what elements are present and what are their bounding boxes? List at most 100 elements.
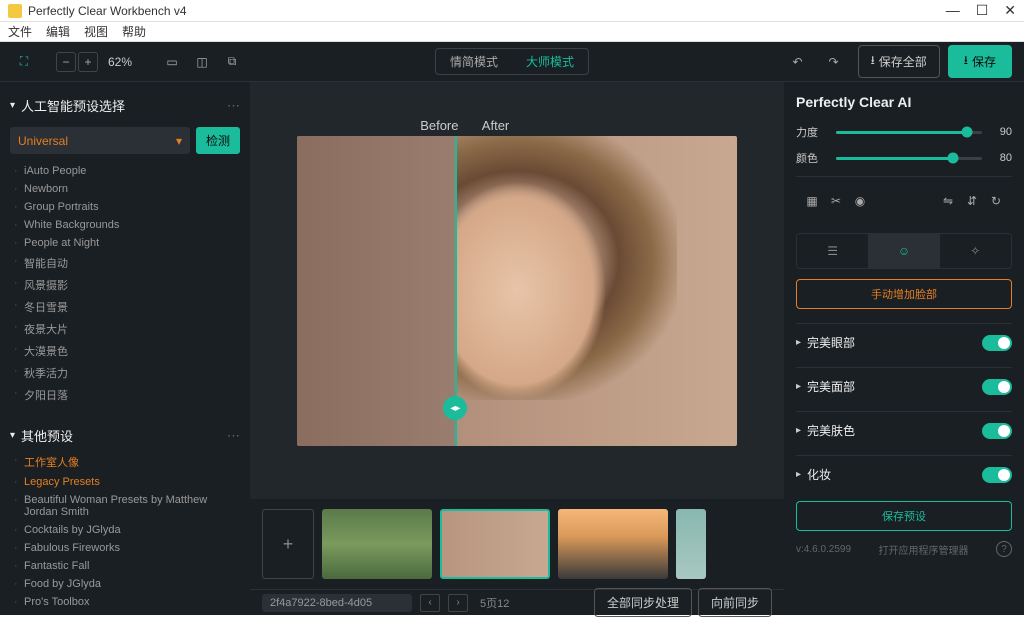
next-button[interactable]: › — [448, 594, 468, 612]
sliders-icon: ☰ — [827, 244, 838, 258]
flip-v-icon[interactable]: ⇵ — [960, 189, 984, 213]
preset-item[interactable]: 夜景大片 — [10, 318, 240, 340]
preset-item[interactable]: 工作室人像 — [10, 451, 240, 473]
preset-item[interactable]: White Backgrounds — [10, 216, 240, 234]
help-icon[interactable]: ? — [996, 541, 1012, 557]
rotate-icon[interactable]: ↻ — [984, 189, 1008, 213]
slider-label: 颜色 — [796, 150, 826, 166]
detect-button[interactable]: 检测 — [196, 127, 240, 154]
view-split-icon[interactable]: ◫ — [190, 50, 214, 74]
sync-all-button[interactable]: 全部同步处理 — [594, 588, 692, 617]
minimize-button[interactable]: — — [946, 2, 960, 19]
open-manager-link[interactable]: 打开应用程序管理器 — [879, 542, 969, 557]
page-info: 5页12 — [480, 595, 509, 611]
more-icon[interactable]: ⋯ — [227, 428, 240, 444]
save-all-button[interactable]: ⭳保存全部 — [858, 45, 940, 78]
ai-presets-header[interactable]: ▾ 人工智能预设选择 ⋯ — [10, 90, 240, 121]
preset-item[interactable]: Cocktails by JGlyda — [10, 521, 240, 539]
slider-value: 90 — [992, 126, 1012, 138]
menu-file[interactable]: 文件 — [8, 23, 32, 40]
sync-forward-button[interactable]: 向前同步 — [698, 588, 772, 617]
preset-item[interactable]: 大漠景色 — [10, 340, 240, 362]
tab-adjust[interactable]: ☰ — [797, 234, 868, 268]
preset-item[interactable]: 智能自动 — [10, 252, 240, 274]
preset-item[interactable]: Newborn — [10, 180, 240, 198]
section-toggle[interactable] — [982, 423, 1012, 439]
preview-area: Before After ◂▸ — [250, 82, 784, 499]
preset-item[interactable]: Legacy Presets — [10, 473, 240, 491]
preset-item[interactable]: 夕阳日落 — [10, 384, 240, 406]
menubar: 文件 编辑 视图 帮助 — [0, 22, 1024, 42]
section-row[interactable]: ▸完美面部 — [796, 367, 1012, 405]
tab-face[interactable]: ☺ — [868, 234, 939, 268]
menu-view[interactable]: 视图 — [84, 23, 108, 40]
close-button[interactable]: ✕ — [1004, 2, 1016, 19]
filename-display: 2f4a7922-8bed-4d05 — [262, 594, 412, 612]
section-row[interactable]: ▸完美肤色 — [796, 411, 1012, 449]
section-row[interactable]: ▸化妆 — [796, 455, 1012, 493]
slider[interactable] — [836, 131, 982, 134]
preset-item[interactable]: Beautiful Woman Presets by Matthew Jorda… — [10, 491, 240, 521]
version-text: v:4.6.0.2599 — [796, 544, 851, 555]
preset-item[interactable]: Ron Nichols ProSelect Presets — [10, 611, 240, 615]
section-toggle[interactable] — [982, 467, 1012, 483]
preset-item[interactable]: Food by JGlyda — [10, 575, 240, 593]
section-row[interactable]: ▸完美眼部 — [796, 323, 1012, 361]
preset-item[interactable]: 风景摄影 — [10, 274, 240, 296]
preset-item[interactable]: 冬日雪景 — [10, 296, 240, 318]
flip-h-icon[interactable]: ⇋ — [936, 189, 960, 213]
tab-effects[interactable]: ✧ — [940, 234, 1011, 268]
histogram-icon[interactable]: ▦ — [800, 189, 824, 213]
menu-edit[interactable]: 编辑 — [46, 23, 70, 40]
preset-item[interactable]: iAuto People — [10, 162, 240, 180]
before-label: Before — [420, 118, 458, 133]
face-icon: ☺ — [898, 244, 910, 258]
undo-icon[interactable]: ↶ — [786, 50, 810, 74]
preset-item[interactable]: Fabulous Fireworks — [10, 539, 240, 557]
other-presets-header[interactable]: ▾ 其他预设 ⋯ — [10, 420, 240, 451]
view-single-icon[interactable]: ▭ — [160, 50, 184, 74]
view-compare-icon[interactable]: ⧉ — [220, 50, 244, 74]
thumbnail[interactable] — [676, 509, 706, 579]
split-handle[interactable]: ◂▸ — [443, 396, 467, 420]
preset-item[interactable]: Fantastic Fall — [10, 557, 240, 575]
section-toggle[interactable] — [982, 379, 1012, 395]
preset-dropdown[interactable]: Universal▾ — [10, 127, 190, 154]
redo-icon[interactable]: ↷ — [822, 50, 846, 74]
thumbnail[interactable] — [440, 509, 550, 579]
titlebar: Perfectly Clear Workbench v4 — ☐ ✕ — [0, 0, 1024, 22]
sparkle-icon: ✧ — [970, 244, 980, 258]
add-image-button[interactable]: + — [262, 509, 314, 579]
menu-help[interactable]: 帮助 — [122, 23, 146, 40]
expand-icon: ▸ — [796, 469, 801, 480]
prev-button[interactable]: ‹ — [420, 594, 440, 612]
mode-tabs: 情简模式 大师模式 — [435, 48, 589, 75]
add-face-button[interactable]: 手动增加脸部 — [796, 279, 1012, 309]
thumbnail[interactable] — [322, 509, 432, 579]
toolbar: ⛶ − + 62% ▭ ◫ ⧉ 情简模式 大师模式 ↶ ↷ ⭳保存全部 ⭳保存 — [0, 42, 1024, 82]
center-area: Before After ◂▸ + 2f4a7922-8bed-4d05 ‹ › — [250, 82, 784, 615]
maximize-button[interactable]: ☐ — [976, 2, 989, 19]
after-label: After — [482, 118, 509, 133]
preset-item[interactable]: Pro's Toolbox — [10, 593, 240, 611]
slider-value: 80 — [992, 152, 1012, 164]
crop-tool-icon[interactable]: ✂ — [824, 189, 848, 213]
section-toggle[interactable] — [982, 335, 1012, 351]
preset-item[interactable]: People at Night — [10, 234, 240, 252]
zoom-out-button[interactable]: − — [56, 52, 76, 72]
save-button[interactable]: ⭳保存 — [948, 45, 1012, 78]
preset-item[interactable]: 秋季活力 — [10, 362, 240, 384]
slider[interactable] — [836, 157, 982, 160]
thumbnail[interactable] — [558, 509, 668, 579]
eye-icon[interactable]: ◉ — [848, 189, 872, 213]
crop-icon[interactable]: ⛶ — [12, 50, 36, 74]
tab-master-mode[interactable]: 大师模式 — [512, 49, 588, 74]
zoom-in-button[interactable]: + — [78, 52, 98, 72]
right-panel: Perfectly Clear AI 力度 90颜色 80 ▦ ✂ ◉ ⇋ ⇵ … — [784, 82, 1024, 615]
preview-image[interactable]: ◂▸ — [297, 136, 737, 446]
tab-simple-mode[interactable]: 情简模式 — [436, 49, 512, 74]
preset-item[interactable]: Group Portraits — [10, 198, 240, 216]
save-preset-button[interactable]: 保存预设 — [796, 501, 1012, 531]
ai-panel-title: Perfectly Clear AI — [796, 94, 1012, 110]
more-icon[interactable]: ⋯ — [227, 98, 240, 114]
